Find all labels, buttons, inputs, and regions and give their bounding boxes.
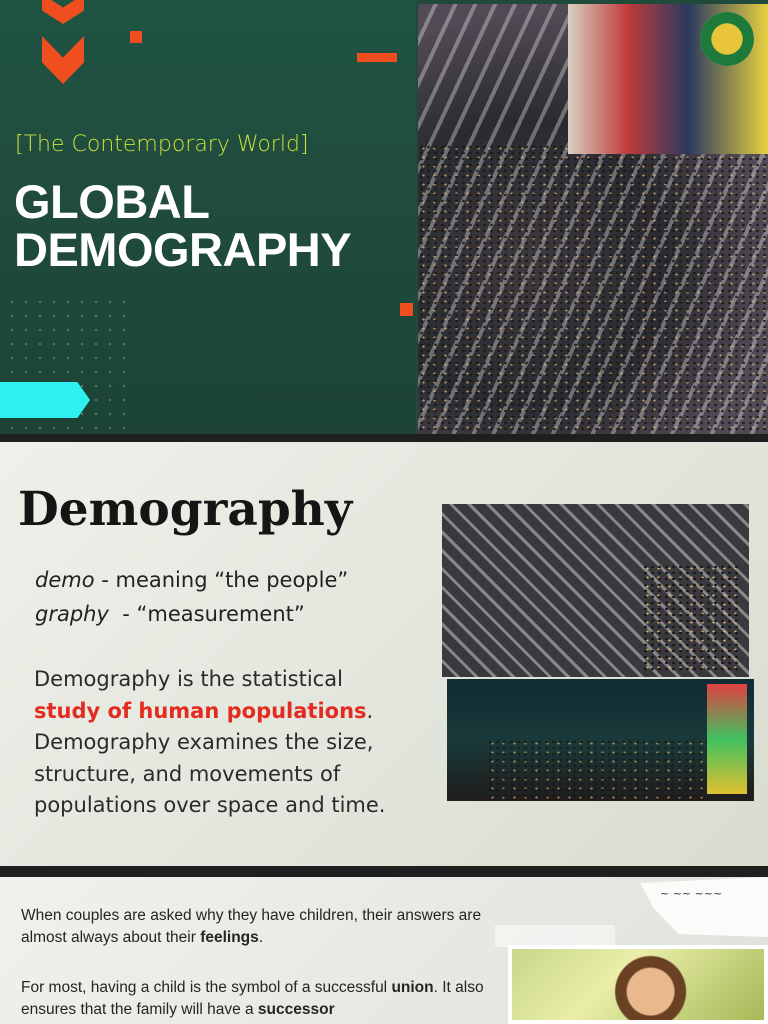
text: Demography is the statistical [34,667,343,691]
text: . [258,929,264,946]
tape-decor [495,925,615,947]
definition-graphy: graphy - “measurement” [35,602,305,626]
handwritten-note-image: ~ ~~ ~~~ [640,877,768,937]
paragraph-feelings: When couples are asked why they have chi… [21,905,491,949]
crowd-crossing-photo [418,4,768,434]
night-crossing-photo [447,679,754,801]
slide-title: [The Contemporary World] GLOBAL DEMOGRAP… [0,0,768,434]
child-photo [508,945,768,1024]
chevron-down-icon [42,0,84,24]
decor-bar [357,53,397,62]
slide-children: When couples are asked why they have chi… [0,877,768,1024]
slide-title-text: GLOBAL DEMOGRAPHY [14,175,352,276]
slide-demography: Demography demo - meaning “the people” g… [0,442,768,866]
crowd-texture [487,739,707,801]
university-seal-logo [700,12,754,66]
highlight: study of human populations [34,698,367,723]
billboard [707,684,747,794]
bold: feelings [200,929,259,946]
title-panel: [The Contemporary World] GLOBAL DEMOGRAP… [0,0,416,434]
definition-paragraph: Demography is the statistical study of h… [34,664,414,822]
slide-heading: Demography [18,482,353,537]
term: demo [35,568,95,592]
course-subtitle: [The Contemporary World] [15,132,309,157]
bold: successor [257,1001,335,1018]
aerial-crossing-photo [442,504,749,677]
crowd-texture [418,144,768,434]
term: graphy [35,602,109,626]
paragraph-union: For most, having a child is the symbol o… [21,977,491,1021]
title-line: DEMOGRAPHY [14,223,352,276]
title-line: GLOBAL [14,175,210,228]
text: For most, having a child is the symbol o… [21,979,392,996]
arrow-tag-icon [0,382,90,418]
crowd-texture [642,564,742,674]
decor-square [130,31,142,43]
meaning: - “measurement” [108,602,305,626]
meaning: - meaning “the people” [94,568,349,592]
definition-demo: demo - meaning “the people” [35,568,348,592]
decor-square [400,303,413,316]
bold: union [391,979,434,996]
chevron-down-icon [42,36,84,84]
